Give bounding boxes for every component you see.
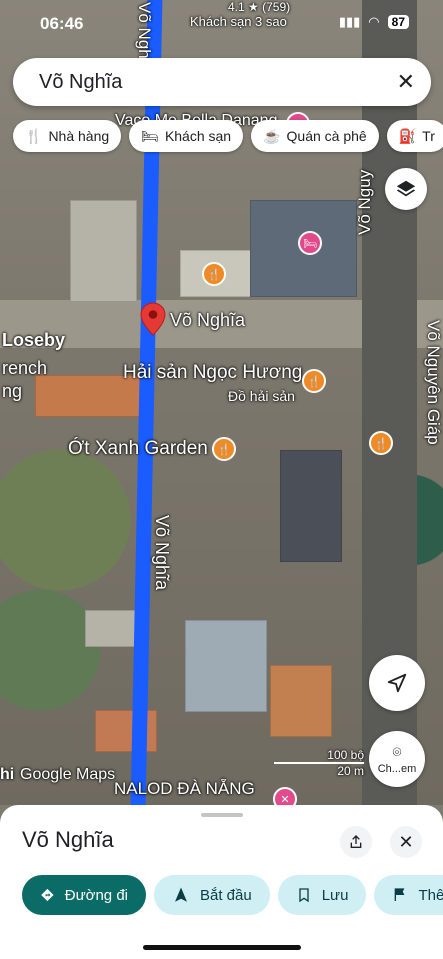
chip-gas[interactable]: ⛽ Tr: [386, 120, 443, 152]
location-pin[interactable]: [140, 302, 166, 341]
building: [270, 665, 332, 737]
layers-icon: [396, 180, 416, 197]
layers-button[interactable]: [385, 168, 427, 210]
attribution-google: Google Maps: [20, 766, 116, 783]
building: [185, 620, 267, 712]
close-icon: ✕: [398, 831, 414, 852]
start-label: Bắt đầu: [200, 886, 252, 904]
chrome-button-label: Ch...em: [377, 762, 417, 775]
restaurant-icon[interactable]: 🍴: [369, 431, 393, 455]
scale-bar: 100 bộ 20 m: [274, 748, 364, 778]
sheet-drag-handle[interactable]: [201, 813, 243, 817]
street-label-vo-nguy: Võ Nguy: [355, 169, 374, 235]
action-buttons: Đường đi Bắt đầu Lưu Thê: [22, 875, 443, 915]
attribution-prefix: hi: [0, 766, 15, 783]
coffee-icon: ☕: [263, 127, 281, 144]
close-sheet-button[interactable]: ✕: [390, 826, 422, 858]
close-icon[interactable]: ✕: [397, 69, 415, 95]
save-label: Lưu: [321, 886, 349, 904]
poi-icon[interactable]: ✕: [273, 787, 297, 805]
building: [95, 710, 157, 752]
share-icon: [350, 835, 362, 848]
category-chips: 🍴 Nhà hàng 🛏 Khách sạn ☕ Quán cà phê ⛽ T…: [13, 120, 443, 152]
chip-label: Quán cà phê: [286, 128, 367, 144]
gas-icon: ⛽: [398, 127, 417, 144]
pin-label: Võ Nghĩa: [170, 310, 246, 330]
restaurant-icon[interactable]: 🍴: [302, 369, 326, 393]
poi-label-hai-san[interactable]: Hải sản Ngọc Hương: [123, 362, 302, 384]
navigation-arrow-icon: [175, 887, 187, 902]
fork-knife-icon: 🍴: [25, 127, 43, 144]
place-label-nalod: NALOD ĐÀ NẴNG: [114, 779, 255, 798]
navigation-icon: [387, 673, 407, 693]
building: [70, 200, 137, 302]
wifi-icon: ◠: [368, 14, 380, 29]
battery-indicator: 87: [387, 15, 409, 29]
directions-label: Đường đi: [64, 886, 128, 904]
hotel-class-label: Khách sạn 3 sao: [190, 14, 287, 29]
building: [280, 450, 342, 562]
home-indicator[interactable]: [143, 945, 301, 950]
directions-button[interactable]: Đường đi: [22, 875, 146, 915]
status-icons: ▮▮▮ ◠ 87: [339, 14, 409, 30]
street-label-vo-nguyen-giap: Võ Nguyên Giáp: [424, 320, 443, 445]
chip-restaurants[interactable]: 🍴 Nhà hàng: [13, 120, 122, 152]
share-button[interactable]: [340, 826, 372, 858]
place-label-loseby: Loseby: [2, 330, 66, 350]
chip-cafes[interactable]: ☕ Quán cà phê: [251, 120, 379, 152]
street-label-vo-nghia: Võ Nghĩa: [152, 515, 172, 591]
scale-m: 20 m: [337, 764, 364, 778]
chip-label: Nhà hàng: [48, 128, 110, 144]
save-button[interactable]: Lưu: [277, 875, 367, 915]
chip-label: Tr: [422, 128, 435, 144]
poi-sublabel-hai-san: Đồ hải sản: [228, 388, 295, 404]
scale-ft: 100 bộ: [327, 748, 364, 762]
signal-icon: ▮▮▮: [338, 14, 361, 29]
search-input[interactable]: Võ Nghĩa: [39, 71, 397, 94]
place-label-french: rench: [2, 358, 48, 378]
chip-hotels[interactable]: 🛏 Khách sạn: [129, 120, 244, 152]
camera-search-icon: ⌾: [392, 743, 402, 761]
hotel-icon[interactable]: 🛏: [298, 231, 322, 255]
bookmark-icon: [299, 888, 309, 903]
place-title: Võ Nghĩa: [22, 827, 114, 852]
restaurant-icon[interactable]: 🍴: [202, 262, 226, 286]
poi-label-ot-xanh[interactable]: Ớt Xanh Garden: [68, 438, 208, 460]
directions-icon: [41, 888, 54, 902]
add-label-button[interactable]: Thê: [374, 875, 443, 915]
add-label: Thê: [418, 886, 443, 904]
start-button[interactable]: Bắt đầu: [154, 875, 270, 915]
chrome-button[interactable]: ⌾ Ch...em: [369, 731, 425, 787]
rating-text: 4.1 ★ (759): [228, 0, 291, 14]
place-label-ng: ng: [2, 381, 23, 401]
bed-icon: 🛏: [141, 127, 159, 144]
status-time: 06:46: [40, 14, 84, 33]
search-bar[interactable]: Võ Nghĩa ✕: [13, 58, 431, 106]
pin-icon: [140, 302, 166, 336]
chip-label: Khách sạn: [164, 128, 232, 144]
my-location-button[interactable]: [369, 655, 425, 711]
restaurant-icon[interactable]: 🍴: [212, 437, 236, 461]
flag-icon: [395, 888, 405, 901]
